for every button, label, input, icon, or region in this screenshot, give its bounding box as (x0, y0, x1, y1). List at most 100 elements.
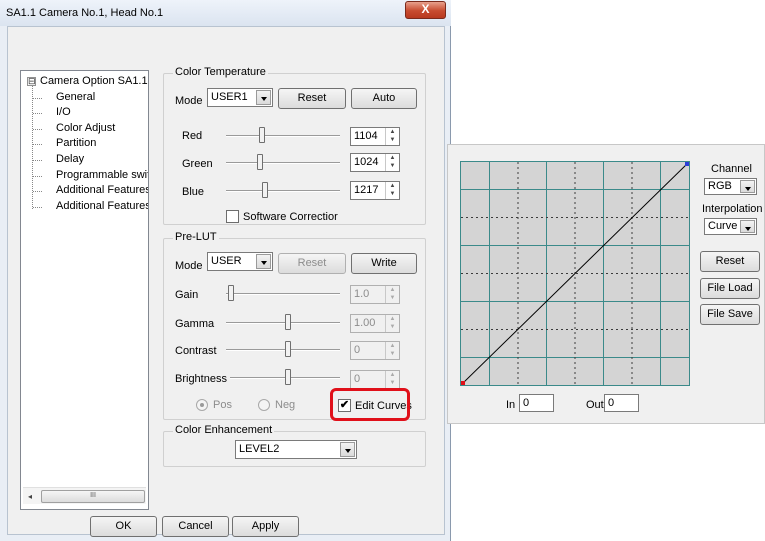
tree-item-additional-features-2[interactable]: Additional Features . (56, 200, 148, 212)
ct-mode-dropdown[interactable]: USER1 (207, 88, 273, 107)
ct-mode-label: Mode (175, 95, 203, 107)
color-enhancement-dropdown[interactable]: LEVEL2 (235, 440, 357, 459)
gain-slider-track[interactable] (226, 293, 340, 295)
spin-arrows-icon[interactable]: ▲ ▼ (385, 182, 399, 199)
channel-label: Channel (711, 163, 752, 175)
title-bar: SA1.1 Camera No.1, Head No.1 X (0, 0, 451, 26)
contrast-slider-track[interactable] (226, 349, 340, 351)
in-value[interactable]: 0 (523, 397, 529, 409)
out-value[interactable]: 0 (608, 397, 614, 409)
settings-tree[interactable]: ⊟ Camera Option SA1.1 General I/O Color … (20, 70, 149, 510)
tree-item-delay[interactable]: Delay (56, 153, 84, 165)
blue-slider-thumb[interactable] (262, 182, 268, 198)
tree-item-additional-features-1[interactable]: Additional Features1 (56, 184, 148, 196)
curve-reset-button[interactable]: Reset (700, 251, 760, 272)
lut-write-button[interactable]: Write (351, 253, 417, 274)
chevron-down-icon[interactable] (256, 254, 271, 269)
apply-button[interactable]: Apply (232, 516, 299, 537)
red-spinbox[interactable]: 1104 ▲ ▼ (350, 127, 400, 146)
curve-start-point (461, 381, 465, 385)
tree-connector (33, 207, 42, 208)
spin-arrows-icon[interactable]: ▲ ▼ (385, 154, 399, 171)
color-enhancement-title: Color Enhancement (173, 424, 275, 436)
tree-item-programmable-switch[interactable]: Programmable switc (56, 169, 148, 181)
color-enhancement-value: LEVEL2 (239, 443, 280, 455)
curve-graph[interactable] (460, 161, 690, 386)
ct-auto-button[interactable]: Auto (351, 88, 417, 109)
spin-arrows-icon[interactable]: ▲ ▼ (385, 315, 399, 332)
out-label: Out (586, 399, 604, 411)
spin-arrows-icon[interactable]: ▲ ▼ (385, 371, 399, 388)
gamma-value[interactable]: 1.00 (354, 317, 375, 329)
blue-spinbox[interactable]: 1217 ▲ ▼ (350, 181, 400, 200)
gain-label: Gain (175, 289, 199, 301)
red-value[interactable]: 1104 (354, 130, 378, 142)
green-slider-track[interactable] (226, 162, 340, 164)
tree-connector (33, 144, 42, 145)
green-spinbox[interactable]: 1024 ▲ ▼ (350, 153, 400, 172)
in-field[interactable]: 0 (519, 394, 554, 412)
lut-mode-label: Mode (175, 260, 203, 272)
red-label: Red (182, 130, 203, 142)
green-value[interactable]: 1024 (354, 156, 378, 168)
ok-button[interactable]: OK (90, 516, 157, 537)
brightness-slider-thumb[interactable] (285, 369, 291, 385)
tree-horizontal-scrollbar[interactable]: ◂ III (23, 487, 146, 504)
chevron-down-icon[interactable] (340, 442, 355, 457)
scroll-left-icon[interactable]: ◂ (23, 490, 37, 503)
contrast-spinbox[interactable]: 0 ▲ ▼ (350, 341, 400, 360)
contrast-value[interactable]: 0 (354, 344, 360, 356)
curve-line (461, 162, 689, 385)
gain-spinbox[interactable]: 1.0 ▲ ▼ (350, 285, 400, 304)
spin-arrows-icon[interactable]: ▲ ▼ (385, 342, 399, 359)
tree-connector (33, 176, 42, 177)
brightness-spinbox[interactable]: 0 ▲ ▼ (350, 370, 400, 389)
chevron-down-icon[interactable] (740, 180, 755, 193)
interpolation-dropdown[interactable]: Curve (704, 218, 757, 235)
lut-mode-value: USER (211, 255, 242, 267)
close-button[interactable]: X (405, 1, 446, 19)
red-slider-thumb[interactable] (259, 127, 265, 143)
tree-item-general[interactable]: General (56, 91, 95, 103)
gamma-slider-thumb[interactable] (285, 314, 291, 330)
tree-item-partition[interactable]: Partition (56, 137, 96, 149)
curve-grid-svg[interactable] (461, 162, 689, 385)
chevron-down-icon[interactable] (740, 220, 755, 233)
spin-arrows-icon[interactable]: ▲ ▼ (385, 128, 399, 145)
tree-item-color-adjust[interactable]: Color Adjust (56, 122, 115, 134)
green-label: Green (182, 158, 213, 170)
software-correction-label: Software Correctior (243, 211, 338, 223)
tree-item-io[interactable]: I/O (56, 106, 71, 118)
brightness-value[interactable]: 0 (354, 373, 360, 385)
green-slider-thumb[interactable] (257, 154, 263, 170)
pos-radio[interactable] (196, 399, 208, 411)
contrast-slider-thumb[interactable] (285, 341, 291, 357)
channel-dropdown[interactable]: RGB (704, 178, 757, 195)
cancel-button[interactable]: Cancel (162, 516, 229, 537)
software-correction-checkbox[interactable] (226, 210, 239, 223)
gamma-label: Gamma (175, 318, 215, 330)
blue-slider-track[interactable] (226, 190, 340, 192)
gamma-slider-track[interactable] (226, 322, 340, 324)
collapse-icon[interactable]: ⊟ (27, 77, 36, 86)
lut-mode-dropdown[interactable]: USER (207, 252, 273, 271)
file-load-button[interactable]: File Load (700, 278, 760, 299)
tree-connector (33, 113, 42, 114)
blue-value[interactable]: 1217 (354, 184, 378, 196)
gain-slider-thumb[interactable] (228, 285, 234, 301)
gain-value[interactable]: 1.0 (354, 288, 369, 300)
scroll-thumb[interactable]: III (41, 490, 145, 503)
interpolation-label: Interpolation (702, 203, 763, 215)
gamma-spinbox[interactable]: 1.00 ▲ ▼ (350, 314, 400, 333)
file-save-button[interactable]: File Save (700, 304, 760, 325)
spin-arrows-icon[interactable]: ▲ ▼ (385, 286, 399, 303)
lut-reset-button[interactable]: Reset (278, 253, 346, 274)
chevron-down-icon[interactable] (256, 90, 271, 105)
tree-root-item[interactable]: Camera Option SA1.1 (40, 75, 148, 87)
red-slider-track[interactable] (226, 135, 340, 137)
contrast-label: Contrast (175, 345, 217, 357)
window-title: SA1.1 Camera No.1, Head No.1 (6, 7, 164, 19)
out-field[interactable]: 0 (604, 394, 639, 412)
neg-radio[interactable] (258, 399, 270, 411)
ct-reset-button[interactable]: Reset (278, 88, 346, 109)
